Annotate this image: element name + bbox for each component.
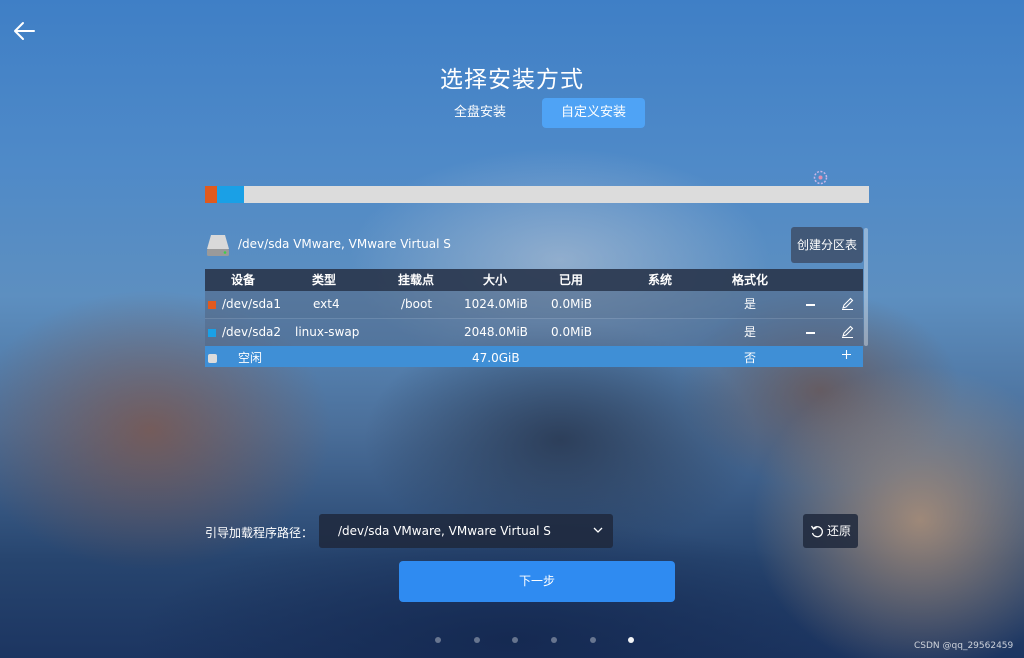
page-title: 选择安装方式	[440, 67, 584, 93]
delete-partition-minus-icon[interactable]	[806, 304, 815, 306]
column-system: 系统	[648, 273, 673, 287]
column-used: 已用	[559, 273, 584, 287]
cell-device: /dev/sda2	[222, 325, 282, 339]
partition-color-swatch	[208, 354, 217, 363]
table-header: 设备 类型 挂载点 大小 已用 系统 格式化	[205, 269, 863, 291]
cursor-marker-icon	[813, 170, 828, 185]
column-type: 类型	[312, 273, 337, 287]
cell-type: ext4	[313, 297, 340, 311]
table-scrollbar[interactable]	[864, 228, 868, 346]
chevron-down-icon	[593, 527, 603, 533]
disk-usage-bar	[205, 186, 869, 203]
step-dot-2[interactable]	[474, 637, 480, 643]
watermark: CSDN @qq_29562459	[914, 641, 1014, 651]
create-partition-table-button[interactable]: 创建分区表	[791, 227, 863, 263]
table-row-sda2[interactable]: /dev/sda2 linux-swap 2048.0MiB 0.0MiB 是	[205, 318, 863, 346]
cell-used: 0.0MiB	[551, 297, 593, 311]
edit-partition-pencil-icon[interactable]	[841, 297, 854, 310]
cell-mount: /boot	[401, 297, 433, 311]
cell-size: 2048.0MiB	[464, 325, 528, 339]
edit-partition-pencil-icon[interactable]	[841, 325, 854, 338]
bootloader-path-value: /dev/sda VMware, VMware Virtual S	[338, 524, 551, 538]
column-format: 格式化	[732, 273, 769, 287]
bootloader-path-select[interactable]: /dev/sda VMware, VMware Virtual S	[319, 514, 613, 548]
cell-size: 1024.0MiB	[464, 297, 528, 311]
next-step-button[interactable]: 下一步	[399, 561, 675, 602]
step-dot-6[interactable]	[628, 637, 634, 643]
cell-size: 47.0GiB	[472, 351, 520, 365]
tab-custom-install[interactable]: 自定义安装	[542, 98, 645, 128]
add-partition-plus-icon[interactable]	[841, 349, 852, 360]
partition-color-swatch	[208, 301, 216, 309]
back-arrow-icon[interactable]	[12, 18, 38, 44]
bootloader-path-label: 引导加载程序路径：	[205, 526, 314, 540]
step-dot-5[interactable]	[590, 637, 596, 643]
usage-segment-sda2	[217, 186, 244, 203]
partition-color-swatch	[208, 329, 216, 337]
delete-partition-minus-icon[interactable]	[806, 332, 815, 334]
step-dot-4[interactable]	[551, 637, 557, 643]
column-device: 设备	[231, 273, 256, 287]
undo-icon	[810, 525, 823, 538]
disk-label: /dev/sda VMware, VMware Virtual S	[238, 237, 451, 251]
cell-device: 空闲	[238, 351, 263, 365]
cell-format: 是	[744, 297, 757, 311]
usage-segment-sda1	[205, 186, 217, 203]
column-size: 大小	[483, 273, 508, 287]
table-row-sda1[interactable]: /dev/sda1 ext4 /boot 1024.0MiB 0.0MiB 是	[205, 291, 863, 318]
step-dot-3[interactable]	[512, 637, 518, 643]
hard-disk-icon	[207, 235, 229, 256]
cell-format: 否	[744, 351, 757, 365]
restore-label: 还原	[827, 524, 852, 538]
step-dot-1[interactable]	[435, 637, 441, 643]
partition-table: 设备 类型 挂载点 大小 已用 系统 格式化 /dev/sda1 ext4 /b…	[205, 269, 863, 367]
cell-type: linux-swap	[295, 325, 360, 339]
cell-used: 0.0MiB	[551, 325, 593, 339]
column-mount-point: 挂载点	[398, 273, 435, 287]
tab-full-disk-install[interactable]: 全盘安装	[440, 98, 520, 128]
cell-format: 是	[744, 325, 757, 339]
restore-button[interactable]: 还原	[803, 514, 858, 548]
table-row-free-space[interactable]: 空闲 47.0GiB 否	[205, 346, 863, 367]
cell-device: /dev/sda1	[222, 297, 282, 311]
